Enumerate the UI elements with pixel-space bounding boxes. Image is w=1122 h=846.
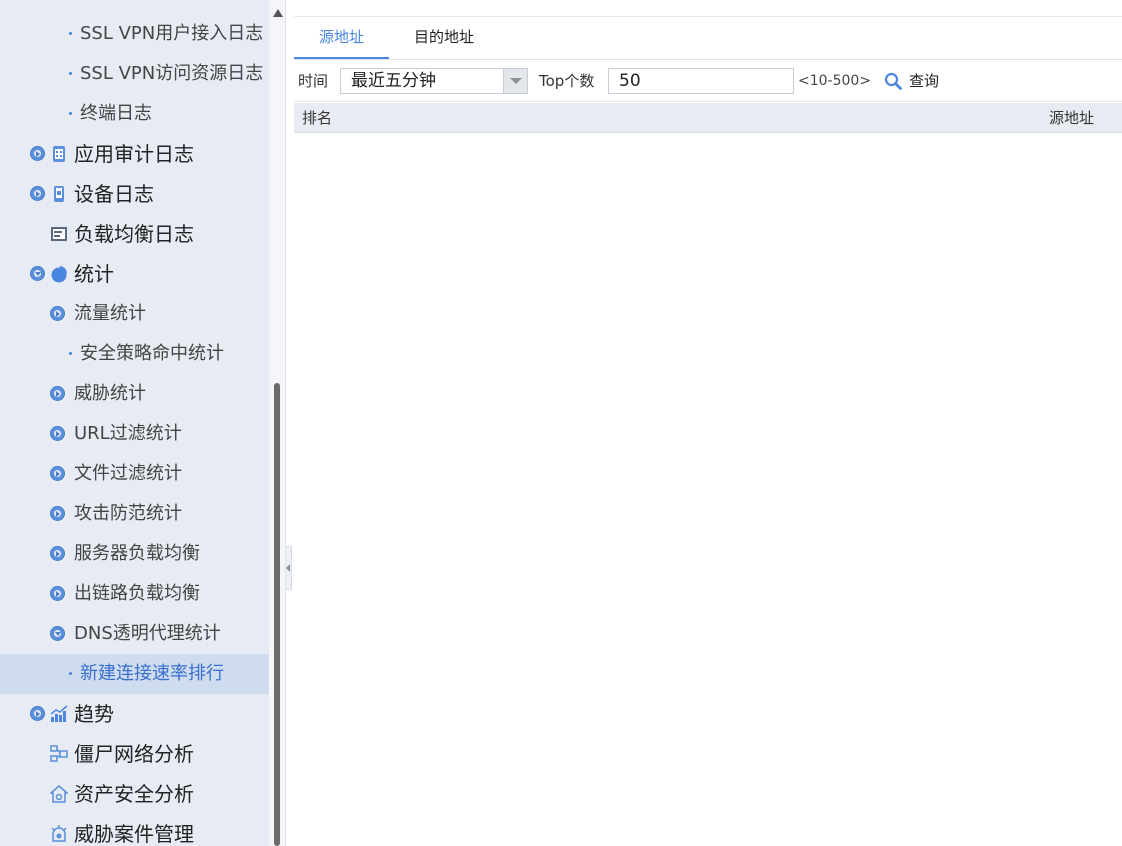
- sidebar-item-label: 僵尸网络分析: [74, 742, 194, 766]
- collapse-icon[interactable]: [50, 626, 65, 641]
- table-body: [294, 134, 1122, 846]
- bullet-icon: [69, 72, 72, 75]
- sidebar-item-label: 统计: [74, 262, 114, 286]
- sidebar-item-asset-security-analysis[interactable]: 资产安全分析: [0, 774, 269, 814]
- tab-bar: 源地址 目的地址: [294, 16, 1122, 60]
- expand-icon[interactable]: [50, 386, 65, 401]
- sidebar-item-outbound-link-load-balance[interactable]: 出链路负载均衡: [0, 574, 269, 614]
- collapse-icon[interactable]: [30, 266, 45, 281]
- sidebar-item-label: 应用审计日志: [74, 142, 194, 166]
- sidebar-item-label: DNS透明代理统计: [74, 623, 221, 644]
- column-header-source-address[interactable]: 源地址: [1049, 103, 1094, 133]
- sidebar-item-url-filter-stats[interactable]: URL过滤统计: [0, 414, 269, 454]
- threat-case-icon: [51, 825, 67, 842]
- expand-icon[interactable]: [30, 706, 45, 721]
- pie-chart-icon: [51, 266, 67, 283]
- bullet-icon: [69, 672, 72, 675]
- trend-chart-icon: [50, 705, 68, 722]
- sidebar-item-attack-defense-stats[interactable]: 攻击防范统计: [0, 494, 269, 534]
- sidebar-item-label: 威胁案件管理: [74, 822, 194, 846]
- table-header: 排名 源地址: [294, 103, 1122, 133]
- sidebar-item-app-audit-log[interactable]: 应用审计日志: [0, 134, 269, 174]
- bullet-icon: [69, 352, 72, 355]
- main-content: 源地址 目的地址 时间 最近五分钟 Top个数 <10-500> 查询 排名 源…: [294, 0, 1122, 846]
- expand-icon[interactable]: [30, 146, 45, 161]
- sidebar-item-server-load-balance[interactable]: 服务器负载均衡: [0, 534, 269, 574]
- sidebar-item-load-balance-log[interactable]: 负载均衡日志: [0, 214, 269, 254]
- tab-destination-address[interactable]: 目的地址: [394, 17, 494, 59]
- expand-icon[interactable]: [50, 546, 65, 561]
- sidebar-item-botnet-analysis[interactable]: 僵尸网络分析: [0, 734, 269, 774]
- scroll-up-arrow-icon[interactable]: [273, 9, 283, 17]
- sidebar-item-label: 流量统计: [74, 303, 146, 324]
- time-range-value: 最近五分钟: [351, 71, 436, 91]
- column-header-rank[interactable]: 排名: [302, 103, 332, 133]
- search-icon: [884, 72, 902, 90]
- scrollbar-thumb[interactable]: [274, 383, 280, 846]
- expand-icon[interactable]: [50, 426, 65, 441]
- sidebar-item-ssl-vpn-user-access-log[interactable]: SSL VPN用户接入日志: [0, 14, 269, 54]
- sidebar-item-label: 文件过滤统计: [74, 463, 182, 484]
- load-balance-log-icon: [51, 227, 67, 241]
- sidebar-item-file-filter-stats[interactable]: 文件过滤统计: [0, 454, 269, 494]
- sidebar-item-label: 新建连接速率排行: [80, 663, 224, 684]
- sidebar-nav: SSL VPN用户接入日志 SSL VPN访问资源日志 终端日志 应用审计日志 …: [0, 0, 269, 846]
- sidebar-item-traffic-stats[interactable]: 流量统计: [0, 294, 269, 334]
- query-toolbar: 时间 最近五分钟 Top个数 <10-500> 查询: [294, 60, 1122, 102]
- sidebar-item-ssl-vpn-resource-log[interactable]: SSL VPN访问资源日志: [0, 54, 269, 94]
- sidebar-scrollbar[interactable]: [269, 0, 285, 846]
- top-count-range-hint: <10-500>: [798, 73, 872, 89]
- device-log-icon: [54, 186, 64, 202]
- expand-icon[interactable]: [50, 506, 65, 521]
- expand-icon[interactable]: [50, 586, 65, 601]
- sidebar-item-label: 设备日志: [74, 182, 154, 206]
- sidebar-item-trend[interactable]: 趋势: [0, 694, 269, 734]
- sidebar-item-dns-proxy-stats[interactable]: DNS透明代理统计: [0, 614, 269, 654]
- audit-log-icon: [53, 146, 65, 162]
- panel-splitter[interactable]: [285, 0, 294, 846]
- query-button-label: 查询: [909, 72, 940, 90]
- sidebar-item-device-log[interactable]: 设备日志: [0, 174, 269, 214]
- sidebar-item-new-connection-rate-ranking[interactable]: 新建连接速率排行: [0, 654, 269, 694]
- sidebar-item-label: 负载均衡日志: [74, 222, 194, 246]
- expand-icon[interactable]: [50, 306, 65, 321]
- time-label: 时间: [298, 72, 329, 90]
- asset-security-icon: [50, 785, 68, 803]
- bullet-icon: [69, 112, 72, 115]
- sidebar-item-label: SSL VPN访问资源日志: [80, 63, 264, 84]
- botnet-icon: [50, 745, 68, 762]
- sidebar-item-threat-case-management[interactable]: 威胁案件管理: [0, 814, 269, 846]
- sidebar-item-label: 攻击防范统计: [74, 503, 182, 524]
- sidebar-item-label: 资产安全分析: [74, 782, 194, 806]
- time-range-select[interactable]: 最近五分钟: [340, 68, 528, 94]
- sidebar-item-label: URL过滤统计: [74, 423, 182, 444]
- sidebar-item-label: 趋势: [74, 702, 114, 726]
- chevron-down-icon[interactable]: [503, 69, 527, 93]
- sidebar-item-label: 威胁统计: [74, 383, 146, 404]
- sidebar-item-terminal-log[interactable]: 终端日志: [0, 94, 269, 134]
- sidebar-item-label: 安全策略命中统计: [80, 343, 224, 364]
- sidebar-item-label: 终端日志: [80, 103, 152, 124]
- sidebar-item-label: SSL VPN用户接入日志: [80, 23, 264, 44]
- tab-source-address[interactable]: 源地址: [294, 17, 389, 59]
- collapse-sidebar-handle[interactable]: [286, 546, 292, 590]
- top-count-label: Top个数: [539, 72, 595, 90]
- expand-icon[interactable]: [50, 466, 65, 481]
- bullet-icon: [69, 32, 72, 35]
- sidebar-item-threat-stats[interactable]: 威胁统计: [0, 374, 269, 414]
- sidebar-item-label: 服务器负载均衡: [74, 543, 200, 564]
- expand-icon[interactable]: [30, 186, 45, 201]
- top-count-input[interactable]: [608, 68, 794, 94]
- sidebar-item-policy-hit-stats[interactable]: 安全策略命中统计: [0, 334, 269, 374]
- sidebar-item-statistics[interactable]: 统计: [0, 254, 269, 294]
- sidebar-item-label: 出链路负载均衡: [74, 583, 200, 604]
- query-button[interactable]: 查询: [882, 68, 946, 94]
